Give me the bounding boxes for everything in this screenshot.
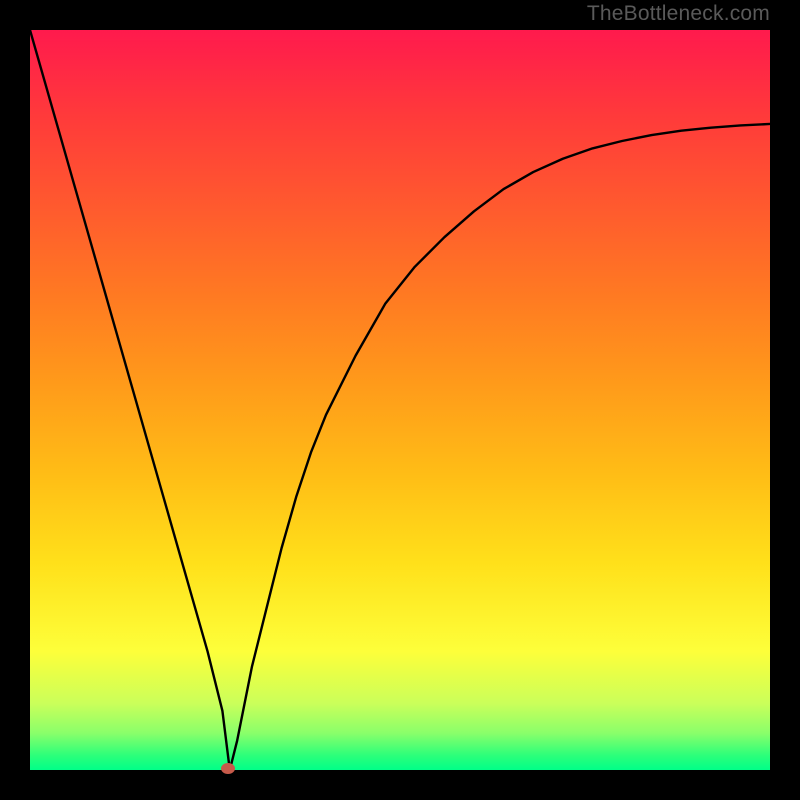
watermark-text: TheBottleneck.com bbox=[587, 2, 770, 26]
bottleneck-curve-path bbox=[30, 30, 770, 770]
curve-svg bbox=[30, 30, 770, 770]
plot-area bbox=[30, 30, 770, 770]
minimum-marker bbox=[221, 763, 235, 774]
chart-frame: TheBottleneck.com bbox=[0, 0, 800, 800]
